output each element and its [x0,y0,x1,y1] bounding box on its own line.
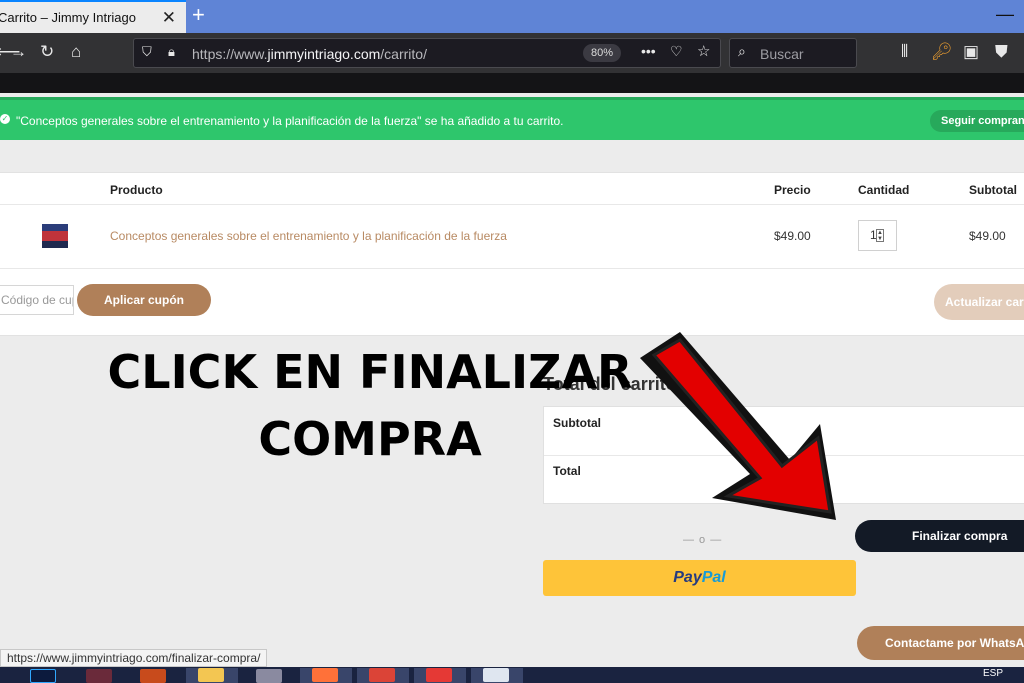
firefox-icon[interactable] [312,668,338,682]
taskbar-item[interactable] [414,668,466,683]
app-icon[interactable] [256,669,282,683]
taskbar-item[interactable] [300,668,352,683]
photoshop-icon[interactable] [30,669,56,683]
link-status-bar: https://www.jimmyintriago.com/finalizar-… [0,649,268,667]
app-icon[interactable] [86,669,112,683]
taskbar-item[interactable] [186,668,238,683]
language-indicator[interactable]: ESP [983,668,1003,679]
folder-icon[interactable] [198,668,224,682]
app-icon[interactable] [483,668,509,682]
taskbar-item[interactable] [357,668,409,683]
os-taskbar: ESP [0,667,1024,683]
taskbar-item[interactable] [471,668,523,683]
app-icon[interactable] [426,668,452,682]
red-arrow-icon [640,332,836,520]
app-icon[interactable] [140,669,166,683]
chrome-icon[interactable] [369,668,395,682]
